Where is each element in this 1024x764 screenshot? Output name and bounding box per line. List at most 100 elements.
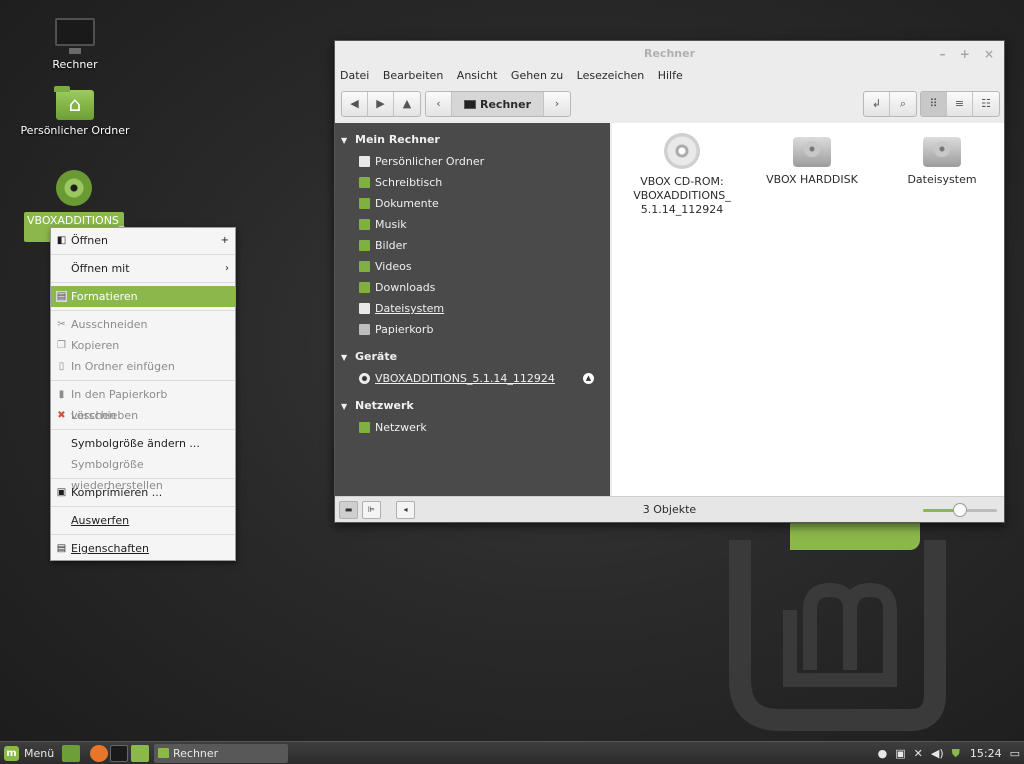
menu-item-trash[interactable]: ▮ In den Papierkorb verschieben: [51, 384, 235, 422]
up-button[interactable]: ▲: [394, 92, 420, 116]
disc-icon: [56, 170, 92, 206]
compact-view-button[interactable]: ☷: [973, 92, 999, 116]
menu-bearbeiten[interactable]: Bearbeiten: [383, 69, 443, 82]
menu-hilfe[interactable]: Hilfe: [658, 69, 683, 82]
chevron-left-icon: ‹: [436, 97, 441, 110]
forward-button[interactable]: ▶: [368, 92, 394, 116]
sidebar-item-music[interactable]: Musik: [335, 214, 610, 235]
menu-item-label: In Ordner einfügen: [71, 360, 175, 373]
file-manager-window: Rechner – + × Datei Bearbeiten Ansicht G…: [334, 40, 1005, 523]
close-button[interactable]: ×: [984, 47, 994, 61]
minimize-button[interactable]: –: [940, 47, 946, 61]
sidebar-section-network[interactable]: ▼ Netzwerk: [335, 395, 610, 417]
desktop-icon: [359, 177, 370, 188]
menu-item-eject[interactable]: Auswerfen: [51, 510, 235, 531]
menu-item-label: Formatieren: [71, 290, 138, 303]
breadcrumb-next-button[interactable]: ›: [544, 92, 570, 116]
menu-item-icon-size[interactable]: Symbolgröße ändern ...: [51, 433, 235, 454]
zoom-slider[interactable]: [923, 503, 997, 517]
sidebar-section-my-computer[interactable]: ▼ Mein Rechner: [335, 129, 610, 151]
toggle-location-button[interactable]: ↲: [864, 92, 890, 116]
scissors-icon: ✂: [57, 319, 66, 330]
menu-item-cut[interactable]: ✂ Ausschneiden: [51, 314, 235, 335]
show-places-button[interactable]: ▬: [339, 501, 358, 519]
menu-item-copy[interactable]: ❐ Kopieren: [51, 335, 235, 356]
menu-item-paste[interactable]: ▯ In Ordner einfügen: [51, 356, 235, 377]
menu-item-properties[interactable]: ▤ Eigenschaften: [51, 538, 235, 559]
menu-item-delete[interactable]: ✖ Löschen: [51, 405, 235, 426]
files-icon[interactable]: [131, 745, 149, 762]
breadcrumb-item-rechner[interactable]: Rechner: [452, 92, 544, 116]
window-title: Rechner: [644, 47, 695, 60]
file-item-filesystem[interactable]: Dateisystem: [892, 133, 992, 187]
update-manager-icon[interactable]: ▣: [895, 747, 905, 760]
window-titlebar[interactable]: Rechner – + ×: [335, 41, 1004, 67]
list-view-button[interactable]: ≡: [947, 92, 973, 116]
firefox-icon[interactable]: [90, 745, 108, 762]
copy-icon: ❐: [57, 340, 66, 351]
desktop-icon-home[interactable]: Persönlicher Ordner: [18, 86, 132, 137]
menu-item-format[interactable]: ▤ Formatieren: [51, 286, 235, 307]
menu-datei[interactable]: Datei: [340, 69, 369, 82]
sidebar-section-devices[interactable]: ▼ Geräte: [335, 346, 610, 368]
network-icon[interactable]: ✕: [914, 747, 923, 760]
home-icon: [359, 156, 370, 167]
menu-separator: [51, 254, 235, 255]
show-tree-button[interactable]: ⊫: [362, 501, 381, 519]
menu-separator: [51, 506, 235, 507]
toggle-sidebar-button[interactable]: ◂: [396, 501, 415, 519]
sidebar-item-pictures[interactable]: Bilder: [335, 235, 610, 256]
triangle-down-icon: ▼: [341, 136, 348, 145]
zoom-slider-knob[interactable]: [953, 503, 967, 517]
sidebar-item-label: Bilder: [375, 239, 407, 252]
sidebar-item-desktop[interactable]: Schreibtisch: [335, 172, 610, 193]
sidebar-item-videos[interactable]: Videos: [335, 256, 610, 277]
menu-item-label: Öffnen mit: [71, 262, 130, 275]
menu-item-open[interactable]: ◧ Öffnen +: [51, 230, 235, 251]
folder-icon: [158, 748, 169, 758]
menu-item-open-with[interactable]: Öffnen mit ›: [51, 258, 235, 279]
properties-icon: ▤: [56, 543, 67, 554]
file-item-label: VBOXADDITIONS_: [633, 189, 731, 202]
sidebar-item-label: Videos: [375, 260, 412, 273]
user-icon[interactable]: ●: [878, 747, 888, 760]
menu-item-compress[interactable]: ▣ Komprimieren ...: [51, 482, 235, 503]
terminal-icon[interactable]: [110, 745, 128, 762]
open-icon: ◧: [56, 235, 67, 246]
maximize-button[interactable]: +: [960, 47, 970, 61]
sidebar-item-label: Netzwerk: [375, 421, 427, 434]
file-item-cdrom[interactable]: VBOX CD-ROM: VBOXADDITIONS_ 5.1.14_11292…: [632, 133, 732, 217]
menu-separator: [51, 380, 235, 381]
menu-button[interactable]: m Menü: [4, 745, 54, 762]
clock[interactable]: 15:24: [970, 747, 1002, 760]
menu-separator: [51, 282, 235, 283]
taskbar-window-rechner[interactable]: Rechner: [154, 744, 288, 763]
menu-item-label: Kopieren: [71, 339, 120, 352]
menu-gehen-zu[interactable]: Gehen zu: [511, 69, 563, 82]
sidebar-item-label: Papierkorb: [375, 323, 434, 336]
menu-ansicht[interactable]: Ansicht: [457, 69, 498, 82]
sidebar-item-vboxadditions[interactable]: VBOXADDITIONS_5.1.14_112924 ▲: [335, 368, 610, 389]
file-item-harddisk[interactable]: VBOX HARDDISK: [762, 133, 862, 187]
sidebar-item-downloads[interactable]: Downloads: [335, 277, 610, 298]
volume-icon[interactable]: ◀): [931, 747, 944, 760]
back-button[interactable]: ◀: [342, 92, 368, 116]
sidebar-item-filesystem[interactable]: Dateisystem: [335, 298, 610, 319]
menu-lesezeichen[interactable]: Lesezeichen: [577, 69, 645, 82]
downloads-folder-icon: [359, 282, 370, 293]
sidebar-item-documents[interactable]: Dokumente: [335, 193, 610, 214]
search-button[interactable]: ⌕: [890, 92, 916, 116]
sidebar-item-home[interactable]: Persönlicher Ordner: [335, 151, 610, 172]
breadcrumb-prev-button[interactable]: ‹: [426, 92, 452, 116]
sidebar-item-trash[interactable]: Papierkorb: [335, 319, 610, 340]
desktop-icon-computer[interactable]: Rechner: [40, 18, 110, 71]
eject-icon[interactable]: ▲: [583, 373, 594, 384]
menu-item-icon-reset[interactable]: Symbolgröße wiederherstellen: [51, 454, 235, 492]
workspace-icon[interactable]: ▭: [1010, 747, 1020, 760]
folder-icon: ▬: [344, 505, 353, 514]
sidebar-item-network[interactable]: Netzwerk: [335, 417, 610, 438]
show-desktop-icon[interactable]: [62, 745, 80, 762]
icon-view-button[interactable]: ⠿: [921, 92, 947, 116]
shield-icon[interactable]: ⛊: [952, 747, 960, 761]
menu-separator: [51, 429, 235, 430]
